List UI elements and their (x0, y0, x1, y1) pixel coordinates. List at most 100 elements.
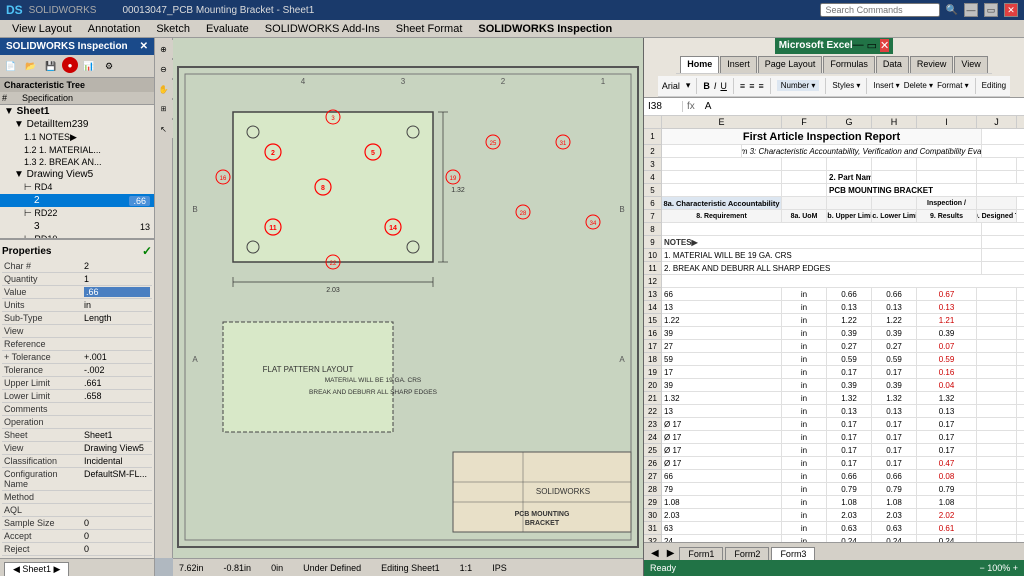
cell-26-j[interactable] (977, 470, 1017, 482)
sw-open-btn[interactable]: 📂 (22, 57, 40, 75)
align-center[interactable]: ≡ (749, 81, 754, 91)
cell-9-j[interactable] (982, 236, 1024, 248)
sw-balloon-btn[interactable]: ● (62, 57, 78, 73)
sw-new-btn[interactable]: 📄 (2, 57, 20, 75)
tree-notes[interactable]: 1.1 NOTES▶ (0, 131, 154, 144)
ribbon-tab-view[interactable]: View (954, 56, 987, 73)
sheet-tab-form1[interactable]: Form1 (679, 547, 723, 560)
delete-btn[interactable]: Delete ▾ (904, 81, 933, 90)
cell-29-j[interactable] (977, 509, 1017, 521)
val-o17[interactable]: Ø 17 (662, 418, 782, 430)
val-63[interactable]: 63 (662, 522, 782, 534)
tree-rd4[interactable]: ⊢ RD4 (0, 181, 154, 194)
drawing-canvas[interactable]: SOLIDWORKS PCB MOUNTING BRACKET 2.03 (173, 38, 643, 576)
tree-break[interactable]: 1.3 2. BREAK AN... (0, 156, 154, 168)
menu-sketch[interactable]: Sketch (148, 20, 198, 38)
cell-5-e[interactable] (662, 184, 782, 196)
cell-20-j[interactable] (977, 392, 1017, 404)
cell-25-j[interactable] (977, 457, 1017, 469)
cell-2-e[interactable] (662, 145, 742, 157)
val-122[interactable]: 1.22 (662, 314, 782, 326)
cell-11[interactable] (662, 275, 1024, 287)
close-button[interactable]: ✕ (1004, 3, 1018, 17)
tree-item-3[interactable]: 3 13 (0, 220, 154, 233)
cell-3-i[interactable] (917, 158, 977, 170)
cell-8-e[interactable] (662, 223, 982, 235)
ribbon-tab-home[interactable]: Home (680, 56, 719, 73)
format-btn[interactable]: Format ▾ (937, 81, 969, 90)
minimize-button[interactable]: — (964, 3, 978, 17)
val-59[interactable]: 59 (662, 353, 782, 365)
zoom-out-btn[interactable]: ⊖ (155, 60, 173, 78)
cell-28-j[interactable] (977, 496, 1017, 508)
menu-view-layout[interactable]: View Layout (4, 20, 80, 38)
val-66b[interactable]: 66 (662, 470, 782, 482)
cell-31-j[interactable] (977, 535, 1017, 542)
zoom-in-btn[interactable]: ⊕ (155, 40, 173, 58)
cell-5-f[interactable] (782, 184, 827, 196)
val-o17b[interactable]: Ø 17 (662, 431, 782, 443)
menu-annotation[interactable]: Annotation (80, 20, 149, 38)
fit-btn[interactable]: ⊞ (155, 100, 173, 118)
restore-button[interactable]: ▭ (984, 3, 998, 17)
ribbon-tab-data[interactable]: Data (876, 56, 909, 73)
sheet-nav-right[interactable]: ▶ (664, 547, 678, 560)
val-o17c[interactable]: Ø 17 (662, 444, 782, 456)
underline-btn[interactable]: U (720, 81, 727, 91)
menu-sheet-format[interactable]: Sheet Format (388, 20, 471, 38)
val-66[interactable]: 66 (662, 288, 782, 300)
ribbon-tab-review[interactable]: Review (910, 56, 954, 73)
sw-save-btn[interactable]: 💾 (42, 57, 60, 75)
val-27[interactable]: 27 (662, 340, 782, 352)
cell-8-j[interactable] (982, 223, 1024, 235)
cell-30-j[interactable] (977, 522, 1017, 534)
align-left[interactable]: ≡ (740, 81, 745, 91)
sheet-nav-left[interactable]: ◀ (648, 547, 662, 560)
formula-content[interactable]: A (699, 101, 1020, 112)
italic-btn[interactable]: I (714, 81, 717, 91)
align-right[interactable]: ≡ (758, 81, 763, 91)
val-24[interactable]: 24 (662, 535, 782, 542)
search-input[interactable] (820, 3, 940, 17)
cell-3-f[interactable] (782, 158, 827, 170)
val-79[interactable]: 79 (662, 483, 782, 495)
cell-17-j[interactable] (977, 353, 1017, 365)
val-13[interactable]: 13 (662, 301, 782, 313)
val-39b[interactable]: 39 (662, 379, 782, 391)
cell-3-h[interactable] (872, 158, 917, 170)
insert-btn[interactable]: Insert ▾ (873, 81, 899, 90)
tree-sheet1[interactable]: ▼ Sheet1 (0, 105, 154, 118)
cell-2-j[interactable] (982, 145, 1024, 157)
cell-23-j[interactable] (977, 431, 1017, 443)
menu-sw-inspection[interactable]: SOLIDWORKS Inspection (470, 20, 620, 38)
val-203[interactable]: 2.03 (662, 509, 782, 521)
excel-restore[interactable]: ▭ (867, 39, 877, 52)
sw-settings-btn[interactable]: ⚙ (100, 57, 118, 75)
val-o17d[interactable]: Ø 17 (662, 457, 782, 469)
tree-material[interactable]: 1.2 1. MATERIAL... (0, 144, 154, 156)
val-108[interactable]: 1.08 (662, 496, 782, 508)
ribbon-tab-insert[interactable]: Insert (720, 56, 757, 73)
cell-24-j[interactable] (977, 444, 1017, 456)
val-132[interactable]: 1.32 (662, 392, 782, 404)
cell-4-h[interactable] (872, 171, 917, 183)
cell-4-j[interactable] (977, 171, 1017, 183)
cell-16-j[interactable] (977, 340, 1017, 352)
cell-5-i[interactable] (977, 184, 1024, 196)
tree-detail239[interactable]: ▼ DetailItem239 (0, 118, 154, 131)
menu-evaluate[interactable]: Evaluate (198, 20, 257, 38)
cell-10-j[interactable] (982, 262, 1024, 274)
ribbon-tab-formulas[interactable]: Formulas (823, 56, 875, 73)
sw-sheet1-tab[interactable]: ◀ Sheet1 ▶ (4, 562, 69, 576)
cell-15-j[interactable] (977, 327, 1017, 339)
cell-4-i[interactable] (917, 171, 977, 183)
cell-3-j[interactable] (977, 158, 1017, 170)
tree-drawview5[interactable]: ▼ Drawing View5 (0, 168, 154, 181)
cell-27-j[interactable] (977, 483, 1017, 495)
cell-14-j[interactable] (977, 314, 1017, 326)
tree-item-2[interactable]: 2 .66 (0, 194, 154, 207)
select-btn[interactable]: ↖ (155, 120, 173, 138)
excel-minimize[interactable]: — (853, 39, 864, 52)
cell-4-e[interactable] (662, 171, 782, 183)
pan-btn[interactable]: ✋ (155, 80, 173, 98)
